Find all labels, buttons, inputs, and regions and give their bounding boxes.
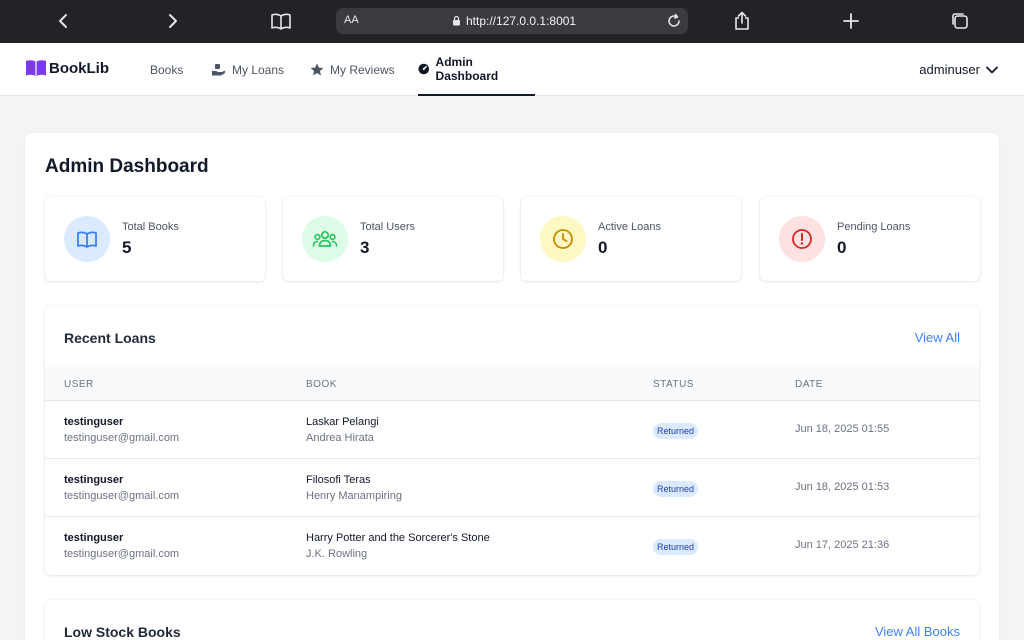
loan-user-email: testinguser@gmail.com (64, 548, 180, 560)
back-button[interactable] (52, 7, 74, 35)
nav-my-loans-label: My Loans (232, 62, 285, 77)
text-size-button[interactable]: AA (344, 14, 359, 26)
stat-card-active-loans: Active Loans 0 (521, 197, 741, 281)
loan-book-author: Henry Manampiring (306, 490, 402, 502)
low-stock-title: Low Stock Books (64, 624, 181, 640)
loan-user-email: testinguser@gmail.com (64, 490, 180, 502)
star-icon (310, 63, 324, 76)
loan-user-email: testinguser@gmail.com (64, 432, 180, 444)
loan-user-name: testinguser (64, 416, 124, 428)
status-badge: Returned (653, 539, 699, 555)
stat-icon-wrap (779, 216, 825, 262)
share-button[interactable] (731, 7, 753, 35)
user-name: adminuser (919, 62, 980, 77)
nav-books-label: Books (150, 62, 184, 77)
plus-icon (843, 13, 859, 29)
loan-user-name: testinguser (64, 532, 124, 544)
stat-card-pending-loans: Pending Loans 0 (760, 197, 980, 281)
stat-value: 3 (360, 238, 370, 257)
stat-label: Total Users (360, 221, 416, 233)
status-badge: Returned (653, 423, 699, 439)
tabs-icon (952, 13, 968, 29)
table-row: testinguser testinguser@gmail.com Filoso… (45, 458, 979, 516)
loan-book-author: Andrea Hirata (306, 432, 374, 444)
column-header-status: STATUS (653, 379, 694, 390)
view-all-loans-link[interactable]: View All (915, 330, 960, 345)
brand-logo[interactable]: BookLib (25, 59, 109, 77)
url-text: http://127.0.0.1:8001 (466, 14, 577, 28)
chevron-left-icon (59, 14, 67, 28)
book-logo-icon (26, 60, 46, 76)
user-menu[interactable]: adminuser (919, 43, 998, 96)
recent-loans-title: Recent Loans (64, 330, 156, 346)
alert-icon (792, 229, 812, 249)
tabs-button[interactable] (948, 7, 972, 35)
stat-value: 0 (837, 238, 847, 257)
table-row: testinguser testinguser@gmail.com Harry … (45, 516, 979, 574)
status-badge: Returned (653, 481, 699, 497)
loan-date: Jun 18, 2025 01:53 (795, 481, 890, 493)
stat-label: Total Books (122, 221, 179, 233)
nav-my-reviews-label: My Reviews (330, 62, 395, 77)
book-icon (77, 231, 97, 248)
stat-card-total-books: Total Books 5 (45, 197, 265, 281)
view-all-books-link[interactable]: View All Books (875, 624, 960, 639)
stat-value: 0 (598, 238, 608, 257)
reader-button[interactable] (268, 7, 294, 35)
stat-card-total-users: Total Users 3 (283, 197, 503, 281)
reload-icon[interactable] (666, 13, 682, 29)
chevron-down-icon (986, 66, 998, 73)
table-header: USER BOOK STATUS DATE (45, 367, 979, 401)
nav-admin-dashboard[interactable]: Admin Dashboard (418, 43, 535, 96)
low-stock-section: Low Stock Books View All Books (45, 600, 979, 640)
loan-date: Jun 18, 2025 01:55 (795, 423, 890, 435)
column-header-date: DATE (795, 379, 823, 390)
nav-admin-dashboard-label: Admin Dashboard (435, 54, 499, 83)
loan-book-title: Laskar Pelangi (306, 416, 379, 428)
stat-icon-wrap (540, 216, 586, 262)
nav-books[interactable]: Books (150, 43, 183, 96)
hand-icon (212, 63, 225, 75)
browser-toolbar: AA http://127.0.0.1:8001 (0, 0, 1024, 43)
table-row: testinguser testinguser@gmail.com Laskar… (45, 400, 979, 458)
stat-icon-wrap (64, 216, 110, 262)
new-tab-button[interactable] (840, 7, 862, 35)
dashboard-card: Admin Dashboard Total Books 5 Total User… (25, 133, 999, 640)
nav-my-loans[interactable]: My Loans (212, 43, 284, 96)
loan-book-title: Filosofi Teras (306, 474, 371, 486)
forward-button[interactable] (162, 7, 184, 35)
open-book-icon (271, 13, 291, 30)
address-bar[interactable]: AA http://127.0.0.1:8001 (336, 8, 688, 34)
lock-icon (453, 15, 460, 26)
clock-icon (553, 229, 573, 249)
column-header-book: BOOK (306, 379, 337, 390)
loan-book-author: J.K. Rowling (306, 548, 368, 560)
brand-name: BookLib (49, 59, 109, 77)
loan-book-title: Harry Potter and the Sorcerer's Stone (306, 532, 490, 544)
share-icon (735, 11, 749, 30)
recent-loans-section: Recent Loans View All USER BOOK STATUS D… (45, 306, 979, 575)
gauge-icon (418, 63, 430, 74)
column-header-user: USER (64, 379, 94, 390)
loan-user-name: testinguser (64, 474, 124, 486)
loan-date: Jun 17, 2025 21:36 (795, 539, 890, 551)
chevron-right-icon (169, 14, 177, 28)
page-title: Admin Dashboard (45, 156, 209, 177)
stat-label: Active Loans (598, 221, 661, 233)
stat-icon-wrap (302, 216, 348, 262)
nav-my-reviews[interactable]: My Reviews (310, 43, 395, 96)
stat-value: 5 (122, 238, 132, 257)
stat-label: Pending Loans (837, 221, 911, 233)
users-icon (312, 230, 338, 247)
app-navbar: BookLib Books My Loans My Reviews Admin … (0, 43, 1024, 96)
